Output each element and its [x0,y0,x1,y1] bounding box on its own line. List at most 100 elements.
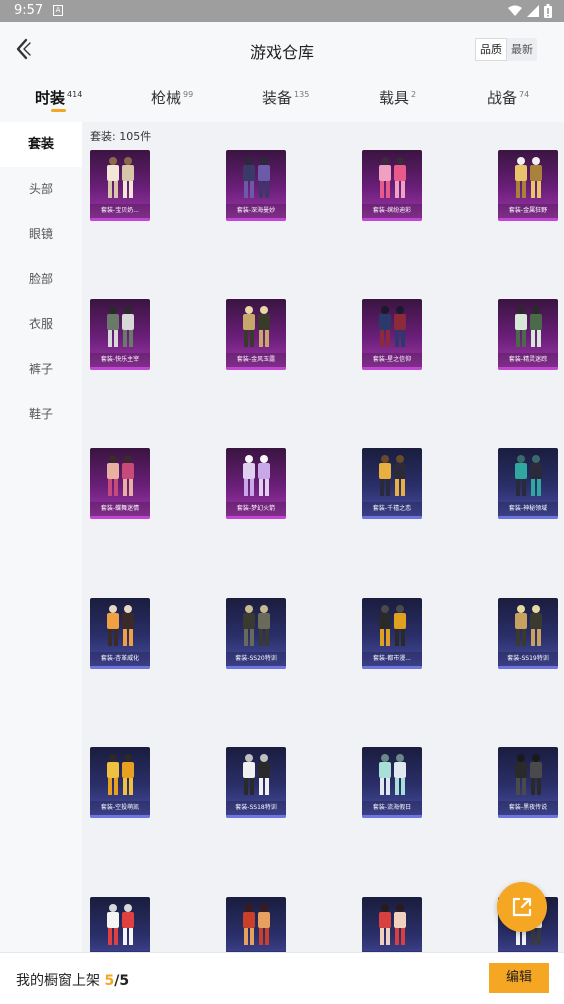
share-fab-button[interactable] [497,882,547,932]
outfit-preview-image [107,904,134,945]
outfit-card[interactable]: 套装-SS18特训 [226,747,286,818]
rarity-strip [362,666,422,669]
tab-equipment[interactable]: 装备 135 [262,87,309,108]
wifi-icon [508,5,522,16]
outfit-name: 套装-金属狂野 [498,204,558,218]
outfit-preview-image [515,754,542,795]
outfit-card[interactable]: 套装-金属狂野 [498,150,558,221]
outfit-preview-image [243,605,270,646]
outfit-name: 套装-空投萌凯 [90,801,150,815]
outfit-card[interactable]: 套装-空投萌凯 [90,747,150,818]
outfit-preview-image [107,605,134,646]
outfit-card[interactable]: 套装-神秘领域 [498,448,558,519]
outfit-preview-image [379,157,406,198]
rarity-strip [90,516,150,519]
rarity-strip [362,367,422,370]
sort-by-newest[interactable]: 最新 [507,38,537,61]
outfit-preview-image [515,455,542,496]
outfit-card[interactable]: 套装-深海曼妙 [226,150,286,221]
outfit-preview-image [379,605,406,646]
outfit-card[interactable]: 套装-精灵迷踪 [498,299,558,370]
sidebar-item-pants[interactable]: 裤子 [0,347,82,392]
sidebar-item-head[interactable]: 头部 [0,167,82,212]
rarity-strip [362,218,422,221]
outfit-preview-image [379,904,406,945]
tab-battle-gear[interactable]: 战备 74 [487,87,529,108]
sidebar-item-face[interactable]: 脸部 [0,257,82,302]
rarity-strip [226,815,286,818]
outfit-name: 套装-深海曼妙 [226,204,286,218]
tab-fashion[interactable]: 时装 414 [35,87,82,108]
rarity-strip [226,367,286,370]
sidebar: 套装 头部 眼镜 脸部 衣服 裤子 鞋子 [0,122,82,952]
category-tabs: 时装 414 枪械 99 装备 135 载具 2 战备 74 [0,76,564,122]
showcase-status: 我的橱窗上架 5/5 [16,973,130,989]
outfit-card[interactable]: 套装-流海假日 [362,747,422,818]
outfit-preview-image [107,455,134,496]
outfit-name: 套装-缤纷迪彩 [362,204,422,218]
tab-vehicles[interactable]: 载具 2 [379,87,416,108]
outfit-card[interactable]: 套装-缤纷迪彩 [362,150,422,221]
outfit-name: 套装-蝶舞迷情 [90,502,150,516]
outfit-card[interactable]: 套装-SS20特训 [226,598,286,669]
sidebar-item-shoes[interactable]: 鞋子 [0,392,82,437]
outfit-card[interactable]: 套装-千禧之恋 [362,448,422,519]
rarity-strip [498,516,558,519]
outfit-card[interactable]: 套装-快乐主宰 [90,299,150,370]
outfit-name: 套装-杏革威化 [90,652,150,666]
outfit-card[interactable]: 套装-梦幻火箭 [226,448,286,519]
outfit-card[interactable]: 套装-都市漫... [362,598,422,669]
outfit-preview-image [243,455,270,496]
rarity-strip [498,666,558,669]
outfit-card[interactable]: 套装-杏革威化 [90,598,150,669]
cellular-signal-icon [527,5,539,17]
outfit-preview-image [379,455,406,496]
tab-count: 99 [183,90,194,99]
outfit-preview-image [379,754,406,795]
notification-icon: A [53,5,63,16]
outfit-card[interactable]: 套装-黑夜传说 [498,747,558,818]
outfit-card[interactable]: 套装-SS19特训 [498,598,558,669]
outfit-name: 套装-星之信仰 [362,353,422,367]
outfit-preview-image [243,754,270,795]
rarity-strip [498,218,558,221]
outfit-card[interactable]: 套装-蝶舞迷情 [90,448,150,519]
outfit-name: 套装-精灵迷踪 [498,353,558,367]
outfit-card[interactable]: 套装-金风玉露 [226,299,286,370]
rarity-strip [226,218,286,221]
rarity-strip [90,815,150,818]
outfit-preview-image [379,306,406,347]
outfit-preview-image [515,157,542,198]
outfit-name: 套装-宝贝奶... [90,204,150,218]
item-count-label: 套装: 105件 [90,130,152,143]
sidebar-item-clothes[interactable]: 衣服 [0,302,82,347]
outfit-card[interactable] [226,897,286,952]
bottom-bar: 我的橱窗上架 5/5 编辑 [0,952,564,1004]
outfit-card[interactable]: 套装-星之信仰 [362,299,422,370]
rarity-strip [90,218,150,221]
rarity-strip [226,516,286,519]
active-tab-indicator [51,109,66,112]
outfit-name: 套装-SS20特训 [226,652,286,666]
outfit-name: 套装-都市漫... [362,652,422,666]
outfit-preview-image [107,306,134,347]
outfit-card[interactable]: 套装-宝贝奶... [90,150,150,221]
outfit-card[interactable] [362,897,422,952]
sidebar-item-outfit[interactable]: 套装 [0,122,82,167]
rarity-strip [498,815,558,818]
outfit-card[interactable] [90,897,150,952]
sort-toggle: 品质 最新 [475,38,537,61]
outfit-preview-image [515,306,542,347]
outfit-preview-image [515,605,542,646]
sidebar-item-glasses[interactable]: 眼镜 [0,212,82,257]
edit-button[interactable]: 编辑 [489,963,549,993]
rarity-strip [362,516,422,519]
outfit-name: 套装-SS18特训 [226,801,286,815]
sort-by-quality[interactable]: 品质 [475,38,507,61]
tab-count: 135 [294,90,310,99]
rarity-strip [90,367,150,370]
outfit-name: 套装-快乐主宰 [90,353,150,367]
tab-weapons[interactable]: 枪械 99 [151,87,193,108]
tab-count: 2 [411,90,417,99]
rarity-strip [90,666,150,669]
